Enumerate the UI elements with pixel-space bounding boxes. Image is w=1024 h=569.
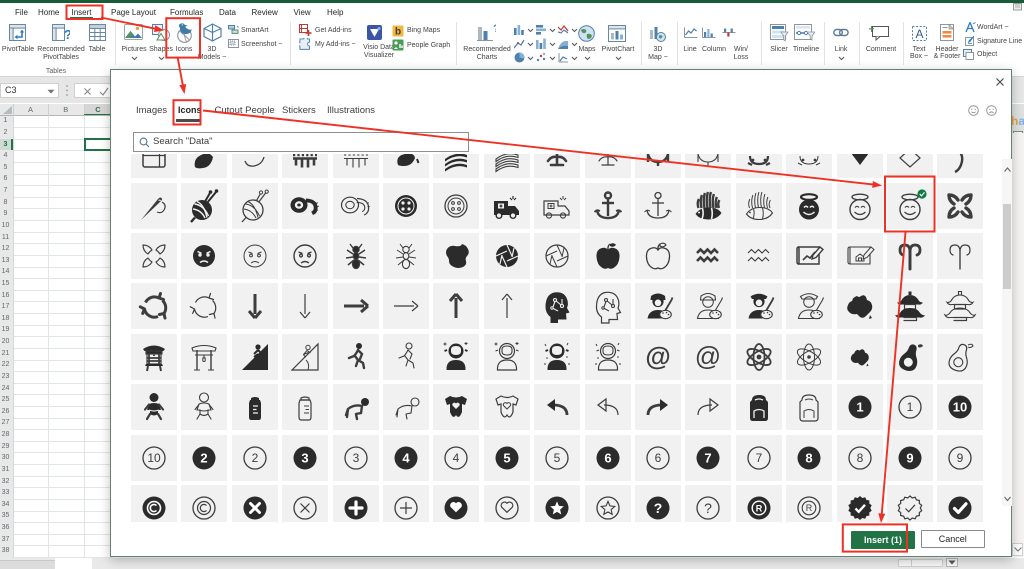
svg-text:R: R [806,503,813,513]
svg-text:8: 8 [806,450,813,465]
svg-text:R: R [756,503,763,513]
svg-text:5: 5 [503,450,510,465]
svg-text:10: 10 [147,451,161,465]
svg-text:9: 9 [957,451,964,465]
svg-text:3: 3 [352,451,359,465]
svg-text:b: b [395,27,401,38]
svg-text:2: 2 [251,451,258,465]
svg-text:5: 5 [554,451,561,465]
svg-text:6: 6 [655,451,662,465]
svg-text:?: ? [493,24,496,35]
svg-text:10: 10 [953,400,967,415]
svg-text:A: A [915,27,923,41]
svg-text:?: ? [64,27,70,41]
svg-text:4: 4 [453,451,460,465]
svg-text:4: 4 [402,450,410,465]
svg-text:7: 7 [705,450,712,465]
svg-text:?: ? [654,500,663,516]
svg-text:?: ? [704,500,712,516]
svg-text:@: @ [645,341,670,371]
svg-text:3: 3 [302,450,309,465]
svg-text:1: 1 [907,400,914,414]
svg-text:9: 9 [906,450,913,465]
svg-text:@: @ [695,341,721,371]
svg-text:6: 6 [604,450,611,465]
svg-text:1: 1 [856,400,863,415]
svg-text:7: 7 [755,451,762,465]
svg-text:8: 8 [856,451,863,465]
svg-text:2: 2 [201,450,208,465]
